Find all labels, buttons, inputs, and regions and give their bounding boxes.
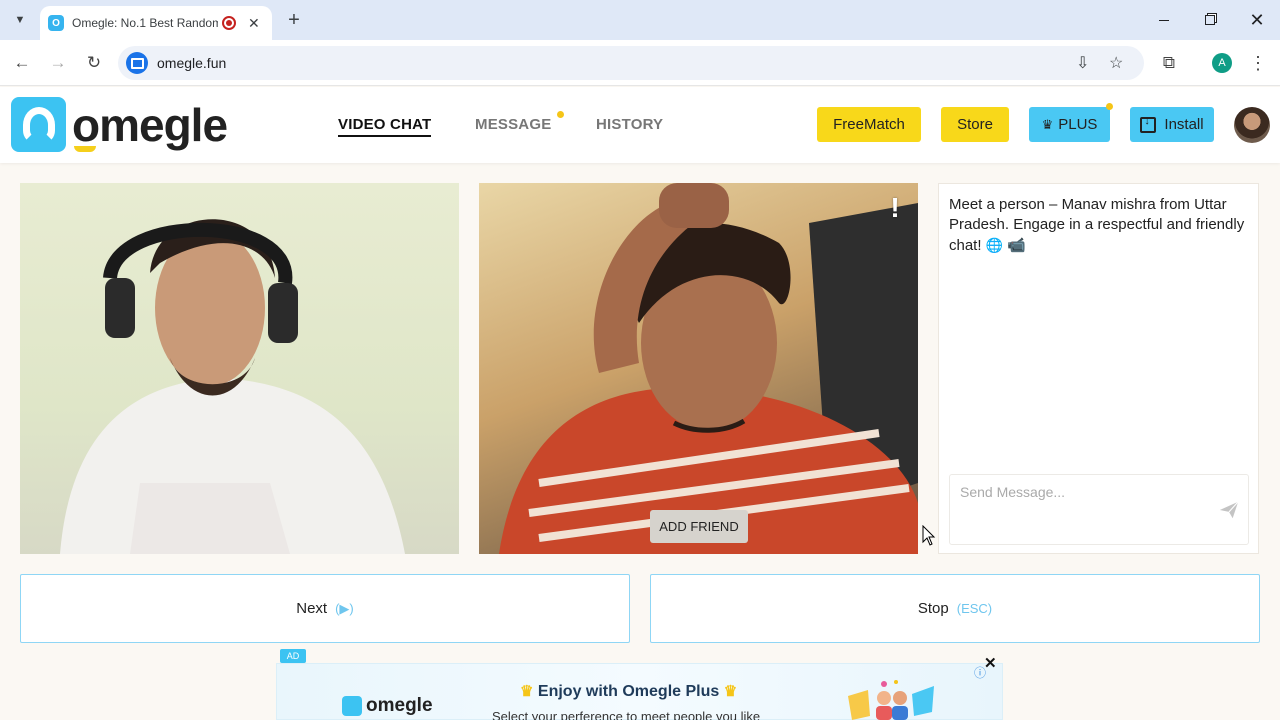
crown-icon: ♛	[723, 683, 738, 700]
user-avatar[interactable]	[1234, 107, 1270, 143]
stop-button[interactable]: Stop (ESC)	[650, 574, 1260, 643]
tab-search-chevron-icon[interactable]: ▼	[8, 8, 32, 32]
browser-tab-omegle[interactable]: O Omegle: No.1 Best Random ✕	[40, 6, 272, 40]
browser-menu-icon[interactable]: ⋮	[1244, 49, 1272, 77]
back-arrow-icon[interactable]: ←	[8, 49, 36, 77]
plus-button-label: PLUS	[1058, 116, 1098, 133]
extensions-puzzle-icon[interactable]: ⧉	[1155, 49, 1183, 77]
next-button[interactable]: Next (▶)	[20, 574, 630, 643]
address-bar[interactable]: omegle.fun ⇩ ☆	[118, 46, 1144, 80]
tab-title: Omegle: No.1 Best Random	[72, 16, 218, 30]
freematch-button[interactable]: FreeMatch	[817, 107, 921, 142]
bookmark-star-icon[interactable]: ☆	[1109, 53, 1123, 73]
nav-history[interactable]: HISTORY	[596, 116, 663, 133]
omegle-logo-mark-icon	[11, 97, 66, 152]
send-message-input[interactable]	[950, 475, 1210, 509]
chat-intro-message: Meet a person – Manav mishra from Uttar …	[949, 195, 1251, 256]
crown-icon: ♛	[520, 683, 534, 700]
address-url[interactable]: omegle.fun	[157, 55, 226, 71]
send-icon[interactable]	[1218, 499, 1240, 521]
ad-subtitle: Select your perference to meet people yo…	[492, 709, 761, 720]
chat-input-box	[949, 474, 1249, 545]
install-button[interactable]: Install	[1130, 107, 1214, 142]
window-minimize-icon[interactable]	[1141, 6, 1187, 34]
store-button[interactable]: Store	[941, 107, 1009, 142]
stranger-video-feed	[479, 183, 918, 554]
next-button-label: Next	[296, 600, 328, 617]
stop-hint: (ESC)	[956, 601, 993, 616]
omegle-logo[interactable]: omegle	[11, 97, 228, 152]
ad-title: ♛ Enjoy with Omegle Plus ♛	[520, 682, 737, 701]
mouse-cursor-icon	[922, 525, 936, 546]
stranger-person-image	[499, 183, 918, 554]
ad-label: AD	[280, 649, 306, 663]
tab-close-icon[interactable]: ✕	[248, 15, 260, 32]
forward-arrow-icon[interactable]: →	[44, 49, 72, 77]
stop-button-label: Stop	[917, 600, 949, 617]
browser-toolbar: ← → ↻ omegle.fun ⇩ ☆ ⧉ ⋮	[0, 40, 1280, 86]
self-person-image	[60, 219, 405, 554]
window-restore-icon[interactable]	[1187, 6, 1233, 34]
chat-panel: Meet a person – Manav mishra from Uttar …	[938, 183, 1259, 554]
browser-profile-avatar[interactable]: A	[1212, 53, 1232, 73]
ad-close-icon[interactable]: ✕	[984, 654, 997, 672]
recording-indicator-icon	[222, 16, 236, 30]
reload-icon[interactable]: ↻	[80, 49, 108, 77]
globe-icon: 🌐	[985, 237, 1004, 253]
nav-video-chat[interactable]: VIDEO CHAT	[338, 116, 432, 137]
install-app-icon[interactable]: ⇩	[1076, 53, 1089, 73]
add-friend-button[interactable]: ADD FRIEND	[650, 510, 748, 543]
ad-title-text: Enjoy with Omegle Plus	[537, 683, 720, 700]
ad-logo-text: omegle	[366, 695, 433, 716]
site-info-icon[interactable]	[126, 52, 148, 74]
download-icon	[1140, 115, 1157, 133]
logo-text: omegle	[72, 98, 228, 152]
self-video-feed	[20, 183, 459, 554]
plus-notification-dot	[1106, 103, 1113, 110]
ad-people-illustration	[848, 680, 934, 720]
report-button[interactable]: !	[885, 194, 905, 222]
new-tab-plus-icon[interactable]: +	[282, 8, 306, 32]
omegle-favicon-icon: O	[48, 15, 64, 31]
install-button-label: Install	[1164, 116, 1204, 133]
window-close-icon[interactable]: ✕	[1234, 6, 1280, 34]
ad-logo-mark-icon	[342, 696, 362, 716]
site-header: omegle VIDEO CHAT MESSAGE HISTORY FreeMa…	[0, 87, 1280, 163]
plus-button[interactable]: ♛ PLUS	[1029, 107, 1110, 142]
message-notification-dot	[557, 111, 564, 118]
next-hint: (▶)	[335, 600, 354, 616]
ad-omegle-logo: omegle	[342, 695, 433, 717]
video-camera-icon: 📹	[1007, 237, 1026, 254]
nav-message[interactable]: MESSAGE	[475, 116, 551, 133]
crown-icon: ♛	[1041, 116, 1054, 132]
browser-tabstrip: ▼ O Omegle: No.1 Best Random ✕ + ✕	[0, 0, 1280, 40]
